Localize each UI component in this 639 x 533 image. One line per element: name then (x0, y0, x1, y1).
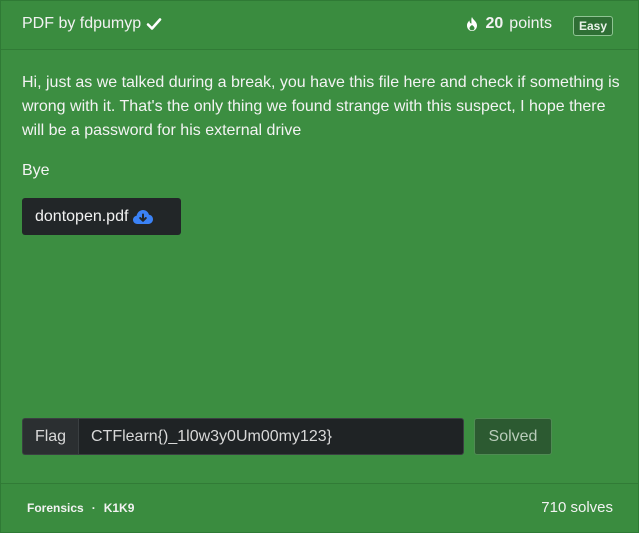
solves-count: 710 solves (541, 499, 613, 516)
points-value: 20 (485, 15, 504, 32)
author-label[interactable]: K1K9 (104, 501, 135, 515)
footer-meta: Forensics · K1K9 (27, 501, 134, 515)
flag-form: Flag (22, 418, 464, 455)
challenge-title: PDF by fdpumyp (22, 15, 162, 33)
card-footer: Forensics · K1K9 710 solves (1, 483, 638, 532)
challenge-description: Hi, just as we talked during a break, yo… (22, 74, 620, 139)
challenge-card: PDF by fdpumyp 20 points Easy Hi, just a… (0, 0, 639, 533)
fire-icon (464, 16, 480, 32)
solved-button[interactable]: Solved (474, 418, 552, 455)
difficulty-badge: Easy (572, 16, 613, 36)
challenge-closing: Bye (22, 162, 50, 179)
card-header: PDF by fdpumyp 20 points Easy (1, 1, 638, 50)
points-label: points (509, 15, 552, 32)
download-file-button[interactable]: dontopen.pdf (22, 198, 181, 235)
file-name: dontopen.pdf (35, 207, 129, 225)
cloud-download-icon (132, 209, 154, 225)
check-icon (146, 16, 162, 32)
points-display: 20 points (464, 15, 552, 33)
category-label[interactable]: Forensics (27, 501, 84, 515)
challenge-title-text: PDF by fdpumyp (22, 15, 142, 32)
flag-label: Flag (22, 418, 78, 455)
flag-input[interactable] (78, 418, 464, 455)
separator-dot: · (91, 501, 96, 515)
